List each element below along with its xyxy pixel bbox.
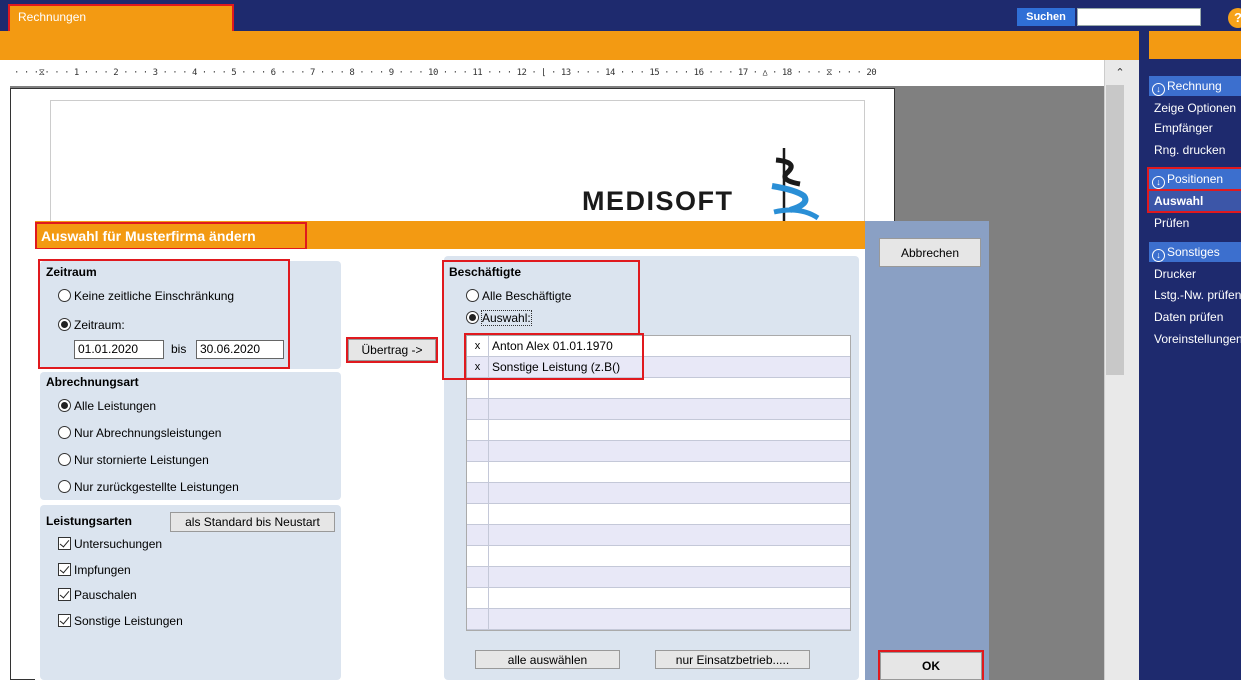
checkbox-checked-icon[interactable] xyxy=(58,537,71,550)
table-row[interactable] xyxy=(467,546,850,567)
table-row[interactable] xyxy=(467,588,850,609)
beschaeftigte-title: Beschäftigte xyxy=(449,265,522,279)
als-standard-button[interactable]: als Standard bis Neustart xyxy=(170,512,335,532)
uebertrag-button[interactable]: Übertrag -> xyxy=(346,337,438,363)
row-mark[interactable] xyxy=(467,504,489,524)
collapse-icon: ↓ xyxy=(1152,176,1165,189)
table-row[interactable] xyxy=(467,420,850,441)
row-mark[interactable] xyxy=(467,441,489,461)
radio-icon[interactable] xyxy=(58,426,71,439)
radio-selected-icon[interactable] xyxy=(58,318,71,331)
collapse-icon: ↓ xyxy=(1152,249,1165,262)
radio-selected-icon[interactable] xyxy=(466,311,479,324)
row-mark[interactable] xyxy=(467,525,489,545)
radio-selected-icon[interactable] xyxy=(58,399,71,412)
checkbox-checked-icon[interactable] xyxy=(58,563,71,576)
row-mark[interactable] xyxy=(467,609,489,629)
date-from-field[interactable]: 01.01.2020 xyxy=(74,340,164,359)
einsatzbetrieb-button[interactable]: nur Einsatzbetrieb..... xyxy=(655,650,810,669)
ruler-scale: · · ·⧖· · · 1 · · · 2 · · · 3 · · · 4 · … xyxy=(14,68,877,78)
row-mark[interactable] xyxy=(467,567,489,587)
leistungsarten-title: Leistungsarten xyxy=(46,514,133,528)
abrechnungsart-title: Abrechnungsart xyxy=(46,375,139,389)
side-item-pruefen[interactable]: Prüfen xyxy=(1154,213,1241,233)
row-mark[interactable] xyxy=(467,399,489,419)
radio-icon[interactable] xyxy=(58,453,71,466)
scrollbar-thumb[interactable] xyxy=(1106,85,1124,375)
table-row[interactable] xyxy=(467,483,850,504)
side-item-zeige-optionen[interactable]: Zeige Optionen xyxy=(1154,98,1241,118)
side-section-rechnung[interactable]: ↓ Rechnung xyxy=(1149,76,1241,96)
checkbox-checked-icon[interactable] xyxy=(58,588,71,601)
radio-zeitraum[interactable]: Zeitraum: xyxy=(58,316,125,334)
side-item-daten-pruefen[interactable]: Daten prüfen xyxy=(1154,307,1241,327)
checkbox-checked-icon[interactable] xyxy=(58,614,71,627)
radio-alle-beschaeftigte[interactable]: Alle Beschäftigte xyxy=(466,287,571,305)
radio-keine-einschraenkung[interactable]: Keine zeitliche Einschränkung xyxy=(58,287,234,305)
app-title-tab[interactable]: Rechnungen xyxy=(8,4,234,33)
side-item-drucker[interactable]: Drucker xyxy=(1154,264,1241,284)
row-mark[interactable] xyxy=(467,420,489,440)
zeitraum-title: Zeitraum xyxy=(46,265,97,279)
medisoft-logo-icon xyxy=(771,148,820,224)
row-mark[interactable] xyxy=(467,588,489,608)
table-row[interactable] xyxy=(467,567,850,588)
scroll-up-icon[interactable]: ⌃ xyxy=(1106,66,1134,80)
side-item-rng-drucken[interactable]: Rng. drucken xyxy=(1154,140,1241,160)
table-row[interactable] xyxy=(467,441,850,462)
toolbar-strip xyxy=(0,31,1139,60)
row-mark[interactable] xyxy=(467,462,489,482)
row-mark[interactable] xyxy=(467,483,489,503)
table-row[interactable] xyxy=(467,378,850,399)
radio-icon[interactable] xyxy=(58,289,71,302)
date-to-field[interactable]: 30.06.2020 xyxy=(196,340,284,359)
select-all-button[interactable]: alle auswählen xyxy=(475,650,620,669)
collapse-icon: ↓ xyxy=(1152,83,1165,96)
check-untersuchungen[interactable]: Untersuchungen xyxy=(58,535,162,553)
ok-button[interactable]: OK xyxy=(878,650,984,680)
side-section-sonstiges[interactable]: ↓ Sonstiges xyxy=(1149,242,1241,262)
bis-label: bis xyxy=(171,342,187,356)
radio-auswahl[interactable]: Auswahl: xyxy=(466,309,532,327)
row-mark[interactable] xyxy=(467,378,489,398)
side-item-lstg-nw-pruefen[interactable]: Lstg.-Nw. prüfen xyxy=(1154,285,1241,305)
table-row[interactable] xyxy=(467,525,850,546)
side-section-positionen[interactable]: ↓ Positionen xyxy=(1147,167,1241,191)
side-panel-header xyxy=(1149,31,1241,59)
check-pauschalen[interactable]: Pauschalen xyxy=(58,586,137,604)
side-item-empfaenger[interactable]: Empfänger xyxy=(1154,118,1241,138)
search-button[interactable]: Suchen xyxy=(1017,8,1075,26)
radio-nur-abrechnungsleistungen[interactable]: Nur Abrechnungsleistungen xyxy=(58,424,221,442)
side-item-voreinstellungen[interactable]: Voreinstellungen xyxy=(1154,329,1241,349)
company-logo-text: MEDISOFT xyxy=(582,186,734,216)
cancel-button[interactable]: Abbrechen xyxy=(879,238,981,267)
table-row[interactable] xyxy=(467,462,850,483)
radio-icon[interactable] xyxy=(58,480,71,493)
search-input[interactable] xyxy=(1077,8,1201,26)
radio-nur-stornierte[interactable]: Nur stornierte Leistungen xyxy=(58,451,209,469)
table-row[interactable] xyxy=(467,399,850,420)
check-sonstige-leistungen[interactable]: Sonstige Leistungen xyxy=(58,612,183,630)
selected-rows-highlight xyxy=(464,333,644,380)
radio-nur-zurueckgestellte[interactable]: Nur zurückgestellte Leistungen xyxy=(58,478,239,496)
table-row[interactable] xyxy=(467,504,850,525)
side-item-auswahl[interactable]: Auswahl xyxy=(1147,189,1241,213)
check-impfungen[interactable]: Impfungen xyxy=(58,561,131,579)
row-mark[interactable] xyxy=(467,546,489,566)
radio-icon[interactable] xyxy=(466,289,479,302)
help-icon[interactable]: ? xyxy=(1228,8,1241,28)
radio-alle-leistungen[interactable]: Alle Leistungen xyxy=(58,397,156,415)
dialog-title: Auswahl für Musterfirma ändern xyxy=(35,222,307,250)
table-row[interactable] xyxy=(467,609,850,630)
